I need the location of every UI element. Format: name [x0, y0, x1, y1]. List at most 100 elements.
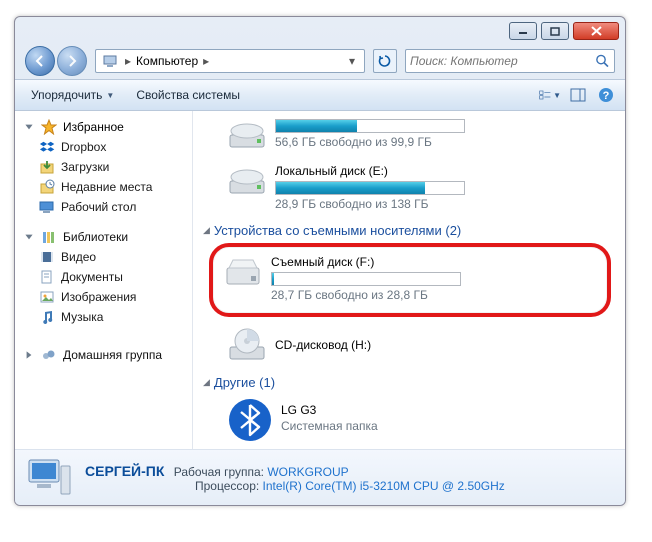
- capacity-bar: [275, 181, 465, 195]
- close-button[interactable]: [573, 22, 619, 40]
- collapse-icon: ◢: [203, 377, 210, 388]
- hdd-icon: [227, 117, 267, 153]
- sysprops-label: Свойства системы: [136, 88, 240, 102]
- sidebar-item-recent[interactable]: Недавние места: [21, 177, 188, 197]
- section-label: Устройства со съемными носителями (2): [214, 223, 461, 238]
- libraries-icon: [41, 229, 57, 245]
- bluetooth-icon: [227, 397, 273, 443]
- system-properties-button[interactable]: Свойства системы: [128, 85, 248, 105]
- section-label: Другие (1): [214, 375, 275, 390]
- sidebar-item-desktop[interactable]: Рабочий стол: [21, 197, 188, 217]
- section-other[interactable]: ◢ Другие (1): [197, 369, 617, 393]
- computer-large-icon: [25, 456, 73, 500]
- cd-drive-icon: [227, 327, 267, 363]
- search-input[interactable]: [410, 54, 595, 68]
- workgroup-value: WORKGROUP: [267, 465, 348, 479]
- drive-name: Локальный диск (E:): [275, 164, 617, 180]
- images-icon: [39, 289, 55, 305]
- capacity-bar: [275, 119, 465, 133]
- star-icon: [41, 119, 57, 135]
- body: Избранное Dropbox Загрузки Недавние мест…: [15, 111, 625, 449]
- downloads-icon: [39, 159, 55, 175]
- titlebar: [15, 17, 625, 45]
- cpu-label: Процессор:: [195, 479, 259, 493]
- chevron-down-icon: ▼: [553, 91, 561, 100]
- details-pane: СЕРГЕЙ-ПК Рабочая группа: WORKGROUP Проц…: [15, 449, 625, 505]
- libraries-label: Библиотеки: [63, 230, 128, 244]
- refresh-button[interactable]: [373, 49, 397, 73]
- collapse-icon: ◢: [203, 225, 210, 236]
- sidebar-item-label: Dropbox: [61, 140, 106, 154]
- favorites-header[interactable]: Избранное: [21, 117, 188, 137]
- drive-item-f[interactable]: Съемный диск (F:) 28,7 ГБ свободно из 28…: [215, 250, 601, 308]
- sidebar-item-dropbox[interactable]: Dropbox: [21, 137, 188, 157]
- svg-text:?: ?: [603, 90, 610, 102]
- workgroup-label: Рабочая группа:: [174, 465, 264, 479]
- search-box[interactable]: [405, 49, 615, 73]
- back-button[interactable]: [25, 46, 55, 76]
- collapse-icon: [23, 231, 35, 243]
- sidebar-item-label: Документы: [61, 270, 123, 284]
- maximize-button[interactable]: [541, 22, 569, 40]
- drive-item-h[interactable]: CD-дисковод (H:): [197, 323, 617, 369]
- capacity-bar: [271, 272, 461, 286]
- breadcrumb-computer[interactable]: Компьютер: [134, 54, 200, 68]
- minimize-button[interactable]: [509, 22, 537, 40]
- sidebar-item-documents[interactable]: Документы: [21, 267, 188, 287]
- content-pane: 56,6 ГБ свободно из 99,9 ГБ Локальный ди…: [193, 111, 625, 449]
- sidebar-item-music[interactable]: Музыка: [21, 307, 188, 327]
- homegroup-label: Домашняя группа: [63, 348, 162, 362]
- explorer-window: ▸ Компьютер ▸ ▾ Упорядочить ▼ Свойства с…: [14, 16, 626, 506]
- view-options-button[interactable]: ▼: [539, 84, 561, 106]
- drive-item-partial[interactable]: 56,6 ГБ свободно из 99,9 ГБ: [197, 117, 617, 159]
- video-icon: [39, 249, 55, 265]
- device-subtitle: Системная папка: [281, 419, 617, 433]
- sidebar-item-images[interactable]: Изображения: [21, 287, 188, 307]
- search-icon: [595, 53, 610, 69]
- help-button[interactable]: ?: [595, 84, 617, 106]
- dropbox-icon: [39, 139, 55, 155]
- navigation-pane: Избранное Dropbox Загрузки Недавние мест…: [15, 111, 193, 449]
- hdd-icon: [227, 163, 267, 199]
- sidebar-item-label: Рабочий стол: [61, 200, 136, 214]
- computer-icon: [102, 53, 118, 69]
- removable-disk-icon: [223, 254, 263, 290]
- chevron-down-icon: ▼: [106, 91, 114, 100]
- drive-name: CD-дисковод (H:): [275, 328, 617, 354]
- section-removable[interactable]: ◢ Устройства со съемными носителями (2): [197, 217, 617, 241]
- homegroup-icon: [41, 347, 57, 363]
- address-dropdown[interactable]: ▾: [342, 54, 362, 68]
- address-bar[interactable]: ▸ Компьютер ▸ ▾: [95, 49, 365, 73]
- organize-menu[interactable]: Упорядочить ▼: [23, 85, 122, 105]
- collapse-icon: [23, 121, 35, 133]
- drive-capacity-text: 28,7 ГБ свободно из 28,8 ГБ: [271, 287, 601, 302]
- music-icon: [39, 309, 55, 325]
- desktop-icon: [39, 199, 55, 215]
- drive-item-e[interactable]: Локальный диск (E:) 28,9 ГБ свободно из …: [197, 159, 617, 217]
- sidebar-item-downloads[interactable]: Загрузки: [21, 157, 188, 177]
- address-row: ▸ Компьютер ▸ ▾: [15, 45, 625, 79]
- homegroup-header[interactable]: Домашняя группа: [21, 345, 188, 365]
- sidebar-item-label: Видео: [61, 250, 96, 264]
- forward-button[interactable]: [57, 46, 87, 76]
- computer-name: СЕРГЕЙ-ПК: [85, 463, 164, 479]
- sidebar-item-label: Загрузки: [61, 160, 109, 174]
- chevron-right-icon: ▸: [122, 54, 134, 68]
- drive-name: Съемный диск (F:): [271, 255, 601, 271]
- device-item-lg[interactable]: LG G3 Системная папка: [197, 393, 617, 449]
- organize-label: Упорядочить: [31, 88, 102, 102]
- sidebar-item-label: Изображения: [61, 290, 136, 304]
- recent-icon: [39, 179, 55, 195]
- drive-capacity-text: 56,6 ГБ свободно из 99,9 ГБ: [275, 134, 617, 149]
- drive-capacity-text: 28,9 ГБ свободно из 138 ГБ: [275, 196, 617, 211]
- favorites-label: Избранное: [63, 120, 124, 134]
- sidebar-item-video[interactable]: Видео: [21, 247, 188, 267]
- device-name: LG G3: [281, 403, 617, 419]
- toolbar: Упорядочить ▼ Свойства системы ▼ ?: [15, 79, 625, 111]
- libraries-header[interactable]: Библиотеки: [21, 227, 188, 247]
- sidebar-item-label: Музыка: [61, 310, 103, 324]
- preview-pane-button[interactable]: [567, 84, 589, 106]
- sidebar-item-label: Недавние места: [61, 180, 152, 194]
- expand-icon: [23, 349, 35, 361]
- cpu-value: Intel(R) Core(TM) i5-3210M CPU @ 2.50GHz: [263, 479, 505, 493]
